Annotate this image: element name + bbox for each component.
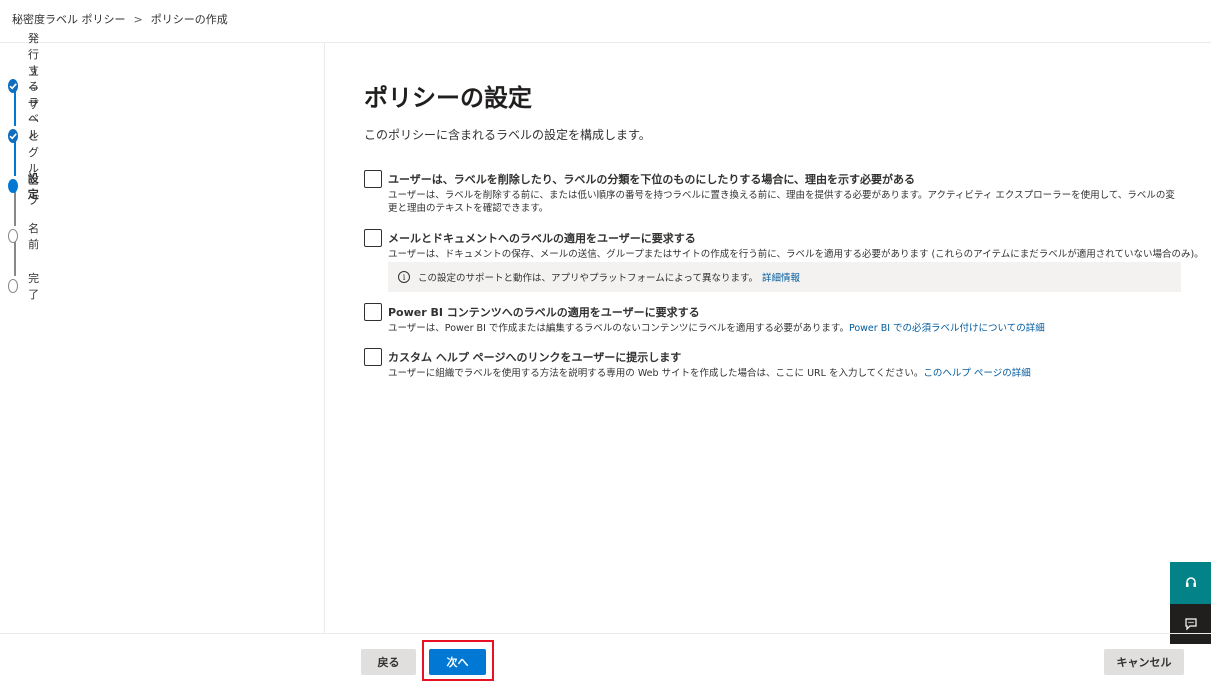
header-divider: [0, 42, 1211, 43]
powerbi-learn-more-link[interactable]: Power BI での必須ラベル付けについての詳細: [849, 323, 1045, 334]
breadcrumb-parent-link[interactable]: 秘密度ラベル ポリシー: [12, 11, 126, 27]
checkmark-icon: [8, 129, 18, 143]
option-description: ユーザーは、ラベルを削除する前に、または低い順序の番号を持つラベルに置き換える前…: [388, 190, 1175, 214]
pending-step-icon: [8, 279, 19, 293]
option-title: メールとドキュメントへのラベルの適用をユーザーに要求する: [388, 232, 696, 245]
learn-more-link[interactable]: 詳細情報: [762, 270, 800, 284]
checkmark-icon: [8, 79, 18, 93]
footer-divider: [0, 633, 1211, 634]
option-title: カスタム ヘルプ ページへのリンクをユーザーに提示します: [388, 351, 682, 364]
option-checkbox[interactable]: [364, 229, 382, 247]
feedback-button[interactable]: [1170, 604, 1211, 644]
step-label: 名前: [28, 222, 40, 251]
option-justify-label-change: ユーザーは、ラベルを削除したり、ラベルの分類を下位のものにしたりする場合に、理由…: [364, 170, 1181, 218]
step-label: 完了: [28, 272, 40, 301]
option-checkbox[interactable]: [364, 303, 382, 321]
step-name: 名前: [8, 222, 43, 251]
option-title: Power BI コンテンツへのラベルの適用をユーザーに要求する: [388, 306, 700, 319]
headset-icon: [1185, 577, 1196, 587]
cancel-button[interactable]: キャンセル: [1104, 649, 1184, 675]
option-require-label-powerbi: Power BI コンテンツへのラベルの適用をユーザーに要求する ユーザーは、P…: [364, 303, 1181, 337]
back-button[interactable]: 戻る: [361, 649, 416, 675]
step-finish: 完了: [8, 272, 43, 301]
pending-step-icon: [8, 229, 19, 243]
option-description: ユーザーは、ドキュメントの保存、メールの送信、グループまたはサイトの作成を行う前…: [388, 249, 1204, 260]
breadcrumb-separator: >: [133, 12, 143, 26]
step-label: 設定: [27, 172, 39, 201]
option-custom-help-page: カスタム ヘルプ ページへのリンクをユーザーに提示します ユーザーに組織でラベル…: [364, 348, 1181, 382]
option-description-text: ユーザーは、Power BI で作成または編集するラベルのないコンテンツにラベル…: [388, 323, 849, 334]
help-button[interactable]: [1170, 562, 1211, 604]
option-title: ユーザーは、ラベルを削除したり、ラベルの分類を下位のものにしたりする場合に、理由…: [388, 173, 916, 186]
option-description: ユーザーは、Power BI で作成または編集するラベルのないコンテンツにラベル…: [388, 322, 1181, 335]
page-title: ポリシーの設定: [364, 84, 532, 112]
option-checkbox[interactable]: [364, 170, 382, 188]
option-description-text: ユーザーに組織でラベルを使用する方法を説明する専用の Web サイトを作成した場…: [388, 368, 924, 379]
page-description: このポリシーに含まれるラベルの設定を構成します。: [364, 128, 651, 142]
info-icon: i: [398, 271, 410, 283]
info-box: i この設定のサポートと動作は、アプリやプラットフォームによって異なります。 詳…: [388, 262, 1181, 292]
wizard-divider: [324, 43, 325, 633]
option-require-label-docs-email: メールとドキュメントへのラベルの適用をユーザーに要求する ユーザーは、ドキュメン…: [364, 229, 1204, 295]
step-settings: 設定: [8, 172, 43, 201]
breadcrumb-current: ポリシーの作成: [150, 13, 228, 26]
option-description: ユーザーに組織でラベルを使用する方法を説明する専用の Web サイトを作成した場…: [388, 367, 1181, 380]
current-step-icon: [8, 179, 18, 193]
step-users-groups: ユーザーとグループ: [8, 66, 43, 207]
info-text: この設定のサポートと動作は、アプリやプラットフォームによって異なります。: [418, 273, 759, 284]
feedback-icon: [1184, 618, 1197, 631]
option-checkbox[interactable]: [364, 348, 382, 366]
next-button[interactable]: 次へ: [429, 649, 486, 675]
help-page-learn-more-link[interactable]: このヘルプ ページの詳細: [923, 368, 1030, 379]
breadcrumb: 秘密度ラベル ポリシー > ポリシーの作成: [12, 11, 228, 27]
